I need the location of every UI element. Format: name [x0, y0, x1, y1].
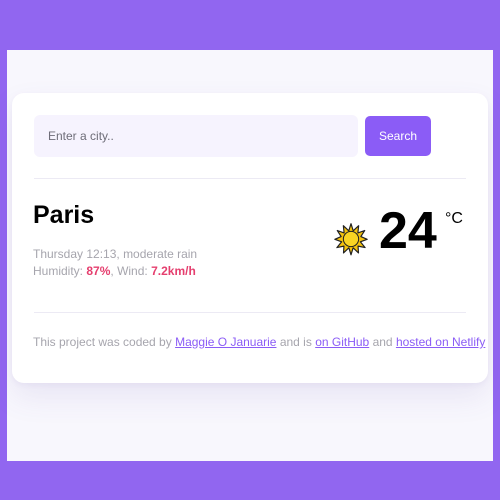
github-link[interactable]: on GitHub [315, 335, 369, 349]
temperature-value: 24 [379, 202, 437, 260]
search-button[interactable]: Search [365, 116, 431, 156]
author-link[interactable]: Maggie O Januarie [175, 335, 276, 349]
city-name: Paris [33, 201, 95, 229]
humidity-label: Humidity: [33, 264, 84, 278]
footer-text: and is [279, 335, 312, 349]
footer-text: This project was coded by [33, 335, 172, 349]
humidity-value: 87% [86, 264, 111, 278]
divider [34, 312, 466, 313]
wind-label: Wind: [117, 264, 148, 278]
weather-app-card: Search Paris Thursday 12:13, moderate ra… [12, 93, 488, 383]
footer-credits: This project was coded by Maggie O Janua… [33, 335, 485, 349]
sun-icon [334, 223, 368, 256]
city-search-input[interactable] [34, 115, 358, 157]
footer-text: and [372, 335, 393, 349]
day-time: Thursday 12:13 [33, 247, 117, 261]
weather-description: moderate rain [123, 247, 198, 261]
humidity-wind-line: Humidity: 87%, Wind: 7.2km/h [33, 264, 196, 278]
temperature-unit: °C [445, 210, 463, 227]
weather-details: Thursday 12:13, moderate rain Humidity: … [33, 246, 197, 280]
sun-icon-core [342, 230, 360, 248]
divider [34, 178, 466, 179]
date-description-line: Thursday 12:13, moderate rain [33, 247, 198, 261]
wind-value: 7.2km/h [151, 264, 196, 278]
netlify-link[interactable]: hosted on Netlify [396, 335, 485, 349]
